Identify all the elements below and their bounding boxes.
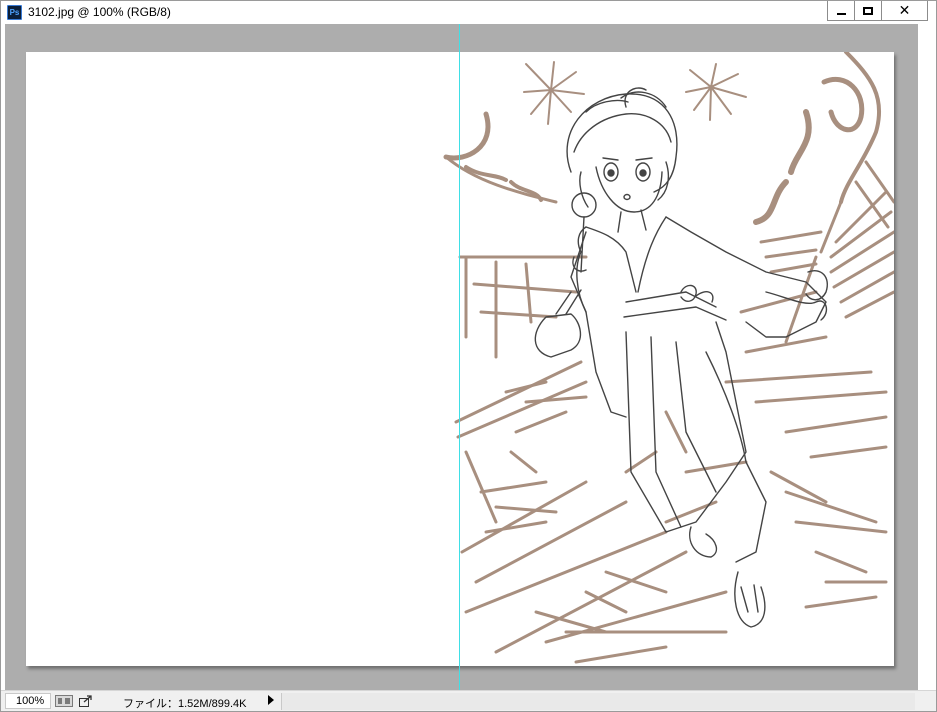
close-icon: ✕ bbox=[898, 2, 911, 19]
vertical-guide-line[interactable] bbox=[459, 24, 460, 690]
photoshop-document-window: Ps 3102.jpg @ 100% (RGB/8) ✕ 100% ファイル：1… bbox=[0, 0, 937, 712]
file-size-info: ファイル：1.52M/899.4K bbox=[123, 698, 247, 710]
minimize-icon bbox=[836, 12, 846, 15]
zoom-level-field[interactable]: 100% bbox=[5, 693, 51, 709]
horizontal-scrollbar[interactable] bbox=[282, 693, 915, 710]
canvas-area[interactable] bbox=[5, 24, 918, 690]
maximize-button[interactable] bbox=[855, 1, 882, 21]
share-icon[interactable] bbox=[79, 695, 93, 707]
title-bar[interactable]: Ps 3102.jpg @ 100% (RGB/8) ✕ bbox=[1, 1, 936, 23]
vertical-scroll-strip[interactable] bbox=[918, 24, 936, 690]
maximize-icon bbox=[863, 6, 873, 15]
window-controls: ✕ bbox=[827, 1, 928, 21]
photoshop-app-icon: Ps bbox=[7, 5, 22, 20]
window-title: 3102.jpg @ 100% (RGB/8) bbox=[28, 5, 171, 19]
pixel-aspect-icon[interactable] bbox=[55, 695, 73, 707]
document-canvas[interactable] bbox=[26, 52, 894, 666]
minimize-button[interactable] bbox=[827, 1, 855, 21]
status-bar: 100% ファイル：1.52M/899.4K bbox=[1, 690, 936, 711]
close-button[interactable]: ✕ bbox=[882, 1, 928, 21]
expand-arrow-icon[interactable] bbox=[268, 695, 274, 705]
sketch-artwork bbox=[443, 52, 894, 664]
